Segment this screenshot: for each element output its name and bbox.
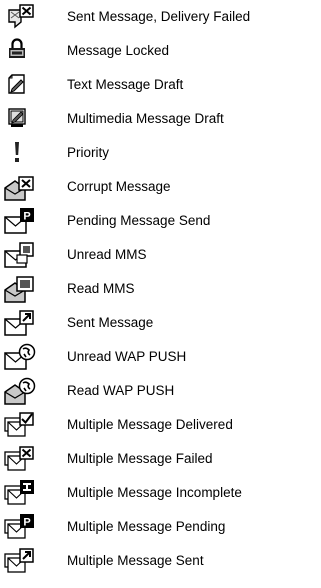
legend-row: Read MMS [0,272,321,306]
mms-draft-icon [2,104,38,134]
legend-row: Text Message Draft [0,68,321,102]
priority-icon [2,138,38,168]
legend-label: Pending Message Send [67,213,211,228]
legend-label: Read MMS [67,281,135,296]
legend-row: Sent Message [0,306,321,340]
legend-label: Text Message Draft [67,77,184,92]
legend-label: Multiple Message Failed [67,451,213,466]
legend-label: Sent Message [67,315,154,330]
legend-label: Multimedia Message Draft [67,111,224,126]
legend-label: Multiple Message Pending [67,519,226,534]
legend-label: Multiple Message Incomplete [67,485,242,500]
legend-row: Multiple Message Delivered [0,408,321,442]
legend-row: Sent Message, Delivery Failed [0,0,321,34]
svg-text:P: P [23,517,30,529]
legend-row: Multiple Message Failed [0,442,321,476]
multiple-failed-icon [2,444,38,474]
multiple-pending-icon: P [2,512,38,542]
legend-label: Corrupt Message [67,179,171,194]
legend-label: Read WAP PUSH [67,383,175,398]
svg-text:P: P [23,211,30,223]
corrupt-envelope-icon [2,172,38,202]
legend-row: P Multiple Message Pending [0,510,321,544]
legend-label: Message Locked [67,43,170,58]
legend-row: Unread WAP PUSH [0,340,321,374]
multiple-sent-icon [2,546,38,576]
pending-envelope-icon: P [2,206,38,236]
legend-row: Multiple Message Incomplete [0,476,321,510]
sent-failed-icon [2,2,38,32]
legend-row: Multimedia Message Draft [0,102,321,136]
legend-label: Unread WAP PUSH [67,349,187,364]
legend-label: Priority [67,145,110,160]
multiple-delivered-icon [2,410,38,440]
legend-label: Unread MMS [67,247,147,262]
legend-row: Read WAP PUSH [0,374,321,408]
lock-icon [2,36,38,66]
legend-label: Multiple Message Sent [67,553,204,568]
unread-wap-push-icon [2,342,38,372]
legend-row: Corrupt Message [0,170,321,204]
legend-row: Multiple Message Sent [0,544,321,578]
read-wap-push-icon [2,376,38,406]
legend-label: Sent Message, Delivery Failed [67,9,251,24]
read-mms-icon [2,274,38,304]
legend-row: Priority [0,136,321,170]
legend-row: Unread MMS [0,238,321,272]
unread-mms-icon [2,240,38,270]
legend-row: Message Locked [0,34,321,68]
sent-envelope-icon [2,308,38,338]
legend-row: P Pending Message Send [0,204,321,238]
legend-label: Multiple Message Delivered [67,417,233,432]
text-draft-icon [2,70,38,100]
multiple-incomplete-icon [2,478,38,508]
